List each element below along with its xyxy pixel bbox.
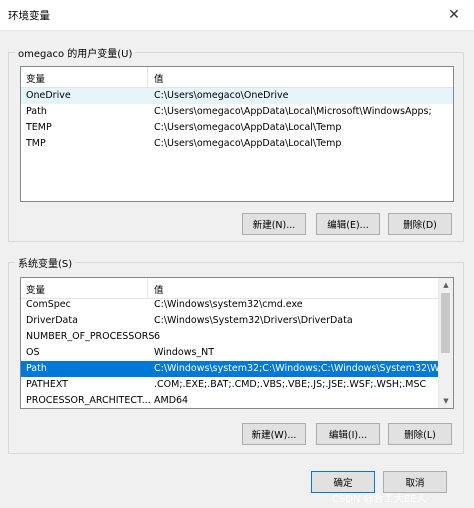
var-value: C:\Users\omegaco\AppData\Local\Microsoft… [154, 106, 432, 117]
var-name: Path [26, 106, 47, 117]
var-name: PROCESSOR_ARCHITECT... [26, 395, 151, 406]
system-variables-list[interactable]: 变量 值 ComSpec C:\Windows\system32\cmd.exe… [20, 277, 454, 409]
var-value: AMD64 [154, 395, 189, 406]
column-header-value[interactable]: 值 [154, 71, 164, 85]
system-var-row[interactable]: NUMBER_OF_PROCESSORS 6 [21, 329, 453, 345]
system-new-button[interactable]: 新建(W)... [242, 423, 306, 445]
system-variables-label: 系统变量(S) [15, 255, 76, 270]
var-value: .COM;.EXE;.BAT;.CMD;.VBS;.VBE;.JS;.JSE;.… [154, 379, 427, 390]
var-name: PATHEXT [26, 379, 68, 390]
system-var-row[interactable]: PATHEXT .COM;.EXE;.BAT;.CMD;.VBS;.VBE;.J… [21, 377, 453, 393]
var-name: ComSpec [26, 299, 71, 310]
var-value: C:\Users\omegaco\AppData\Local\Temp [154, 138, 342, 149]
var-value: C:\Windows\system32\cmd.exe [154, 299, 303, 310]
system-edit-button[interactable]: 编辑(I)... [316, 423, 380, 445]
user-var-row[interactable]: Path C:\Users\omegaco\AppData\Local\Micr… [21, 104, 453, 120]
column-header-value[interactable]: 值 [154, 282, 164, 296]
user-delete-button[interactable]: 删除(D) [388, 213, 452, 235]
var-value: C:\Windows\system32;C:\Windows;C:\Window… [154, 363, 440, 374]
window-title: 环境变量 [8, 10, 50, 22]
scroll-down-arrow-icon[interactable]: ▼ [439, 394, 453, 408]
var-name: TEMP [26, 122, 52, 133]
system-list-header: 变量 值 [21, 278, 453, 299]
var-value: C:\Users\omegaco\AppData\Local\Temp [154, 122, 342, 133]
watermark: CSDN @合工大EE人 [332, 494, 427, 505]
user-var-row[interactable]: TMP C:\Users\omegaco\AppData\Local\Temp [21, 136, 453, 152]
system-var-row[interactable]: DriverData C:\Windows\System32\Drivers\D… [21, 313, 453, 329]
column-separator[interactable] [147, 67, 148, 87]
close-icon: ✕ [448, 7, 460, 23]
system-list-scrollbar[interactable]: ▲ ▼ [438, 278, 453, 408]
user-new-button[interactable]: 新建(N)... [242, 213, 306, 235]
title-bar: 环境变量 ✕ [0, 0, 474, 31]
var-name: OS [26, 347, 40, 358]
close-button[interactable]: ✕ [442, 3, 466, 27]
var-name: TMP [26, 138, 46, 149]
var-value: 6 [154, 331, 161, 342]
column-header-variable[interactable]: 变量 [26, 71, 45, 85]
var-name: Path [26, 363, 47, 374]
user-var-row[interactable]: TEMP C:\Users\omegaco\AppData\Local\Temp [21, 120, 453, 136]
var-name: OneDrive [26, 90, 71, 101]
system-var-row[interactable]: ComSpec C:\Windows\system32\cmd.exe [21, 297, 453, 313]
var-value: C:\Windows\System32\Drivers\DriverData [154, 315, 353, 326]
user-list-header: 变量 值 [21, 67, 453, 88]
var-value: Windows_NT [154, 347, 215, 358]
var-value: C:\Users\omegaco\OneDrive [154, 90, 289, 101]
column-header-variable[interactable]: 变量 [26, 282, 45, 296]
system-delete-button[interactable]: 删除(L) [388, 423, 452, 445]
system-var-row[interactable]: PROCESSOR_ARCHITECT... AMD64 [21, 393, 453, 408]
var-name: NUMBER_OF_PROCESSORS [26, 331, 155, 342]
column-separator[interactable] [147, 278, 148, 298]
user-edit-button[interactable]: 编辑(E)... [316, 213, 380, 235]
scrollbar-thumb[interactable] [441, 293, 450, 353]
user-variables-label: omegaco 的用户变量(U) [15, 45, 136, 60]
user-variables-list[interactable]: 变量 值 OneDrive C:\Users\omegaco\OneDrive … [20, 66, 454, 202]
var-name: DriverData [26, 315, 78, 326]
system-var-row-selected[interactable]: Path C:\Windows\system32;C:\Windows;C:\W… [21, 361, 440, 377]
system-var-row[interactable]: OS Windows_NT [21, 345, 453, 361]
scroll-up-arrow-icon[interactable]: ▲ [439, 278, 453, 292]
user-var-row[interactable]: OneDrive C:\Users\omegaco\OneDrive [21, 88, 453, 104]
